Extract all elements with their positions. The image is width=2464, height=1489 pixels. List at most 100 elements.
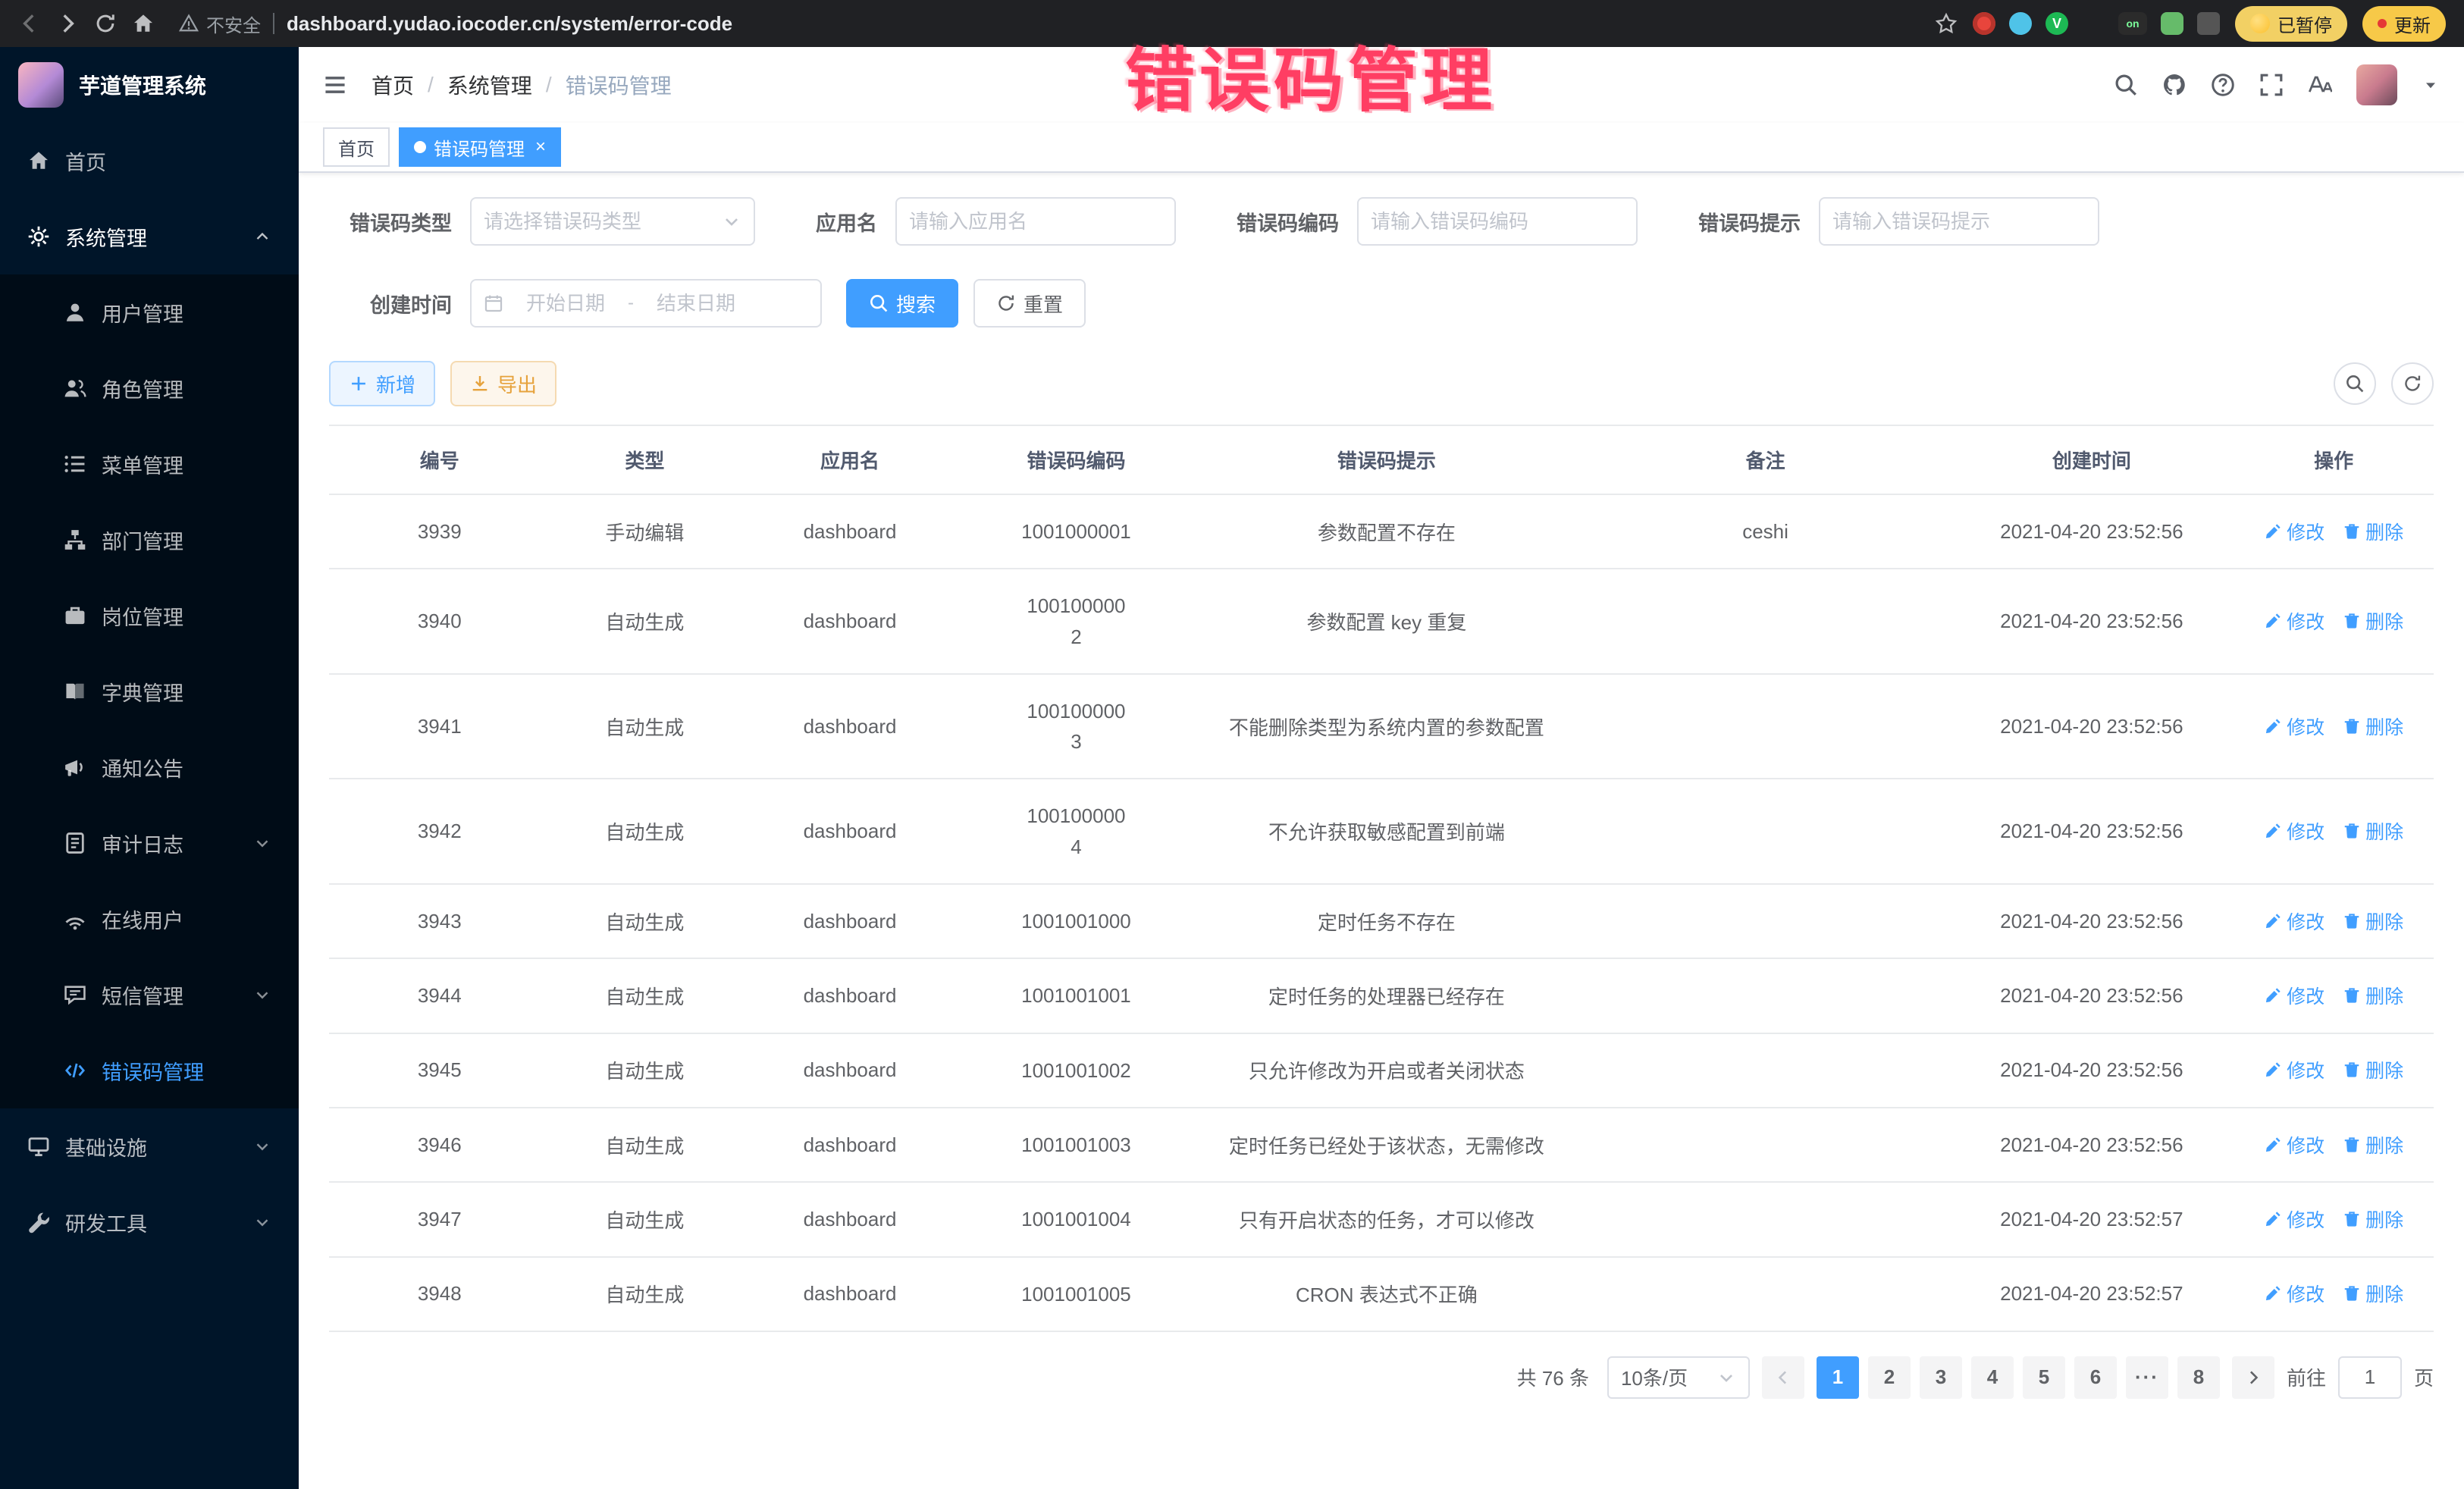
help-icon[interactable] — [2211, 73, 2235, 97]
sidebar-item-online-user[interactable]: 在线用户 — [0, 881, 299, 957]
sidebar-item-menu[interactable]: 菜单管理 — [0, 426, 299, 502]
page-button-2[interactable]: 2 — [1868, 1356, 1911, 1399]
app-logo[interactable]: 芋道管理系统 — [0, 47, 299, 123]
edit-link[interactable]: 修改 — [2264, 817, 2324, 845]
delete-link[interactable]: 删除 — [2343, 607, 2403, 635]
page-button-5[interactable]: 5 — [2023, 1356, 2065, 1399]
fullscreen-icon[interactable] — [2259, 73, 2284, 97]
error-msg-field[interactable] — [1819, 197, 2099, 246]
security-indicator[interactable]: 不安全 — [179, 11, 261, 37]
delete-link[interactable]: 删除 — [2343, 1056, 2403, 1083]
page-button-8[interactable]: 8 — [2177, 1356, 2220, 1399]
toggle-search-button[interactable] — [2334, 362, 2376, 405]
paused-badge[interactable]: 已暂停 — [2235, 6, 2347, 42]
extension-icon-switch[interactable]: on — [2118, 12, 2147, 35]
reset-button[interactable]: 重置 — [973, 279, 1086, 328]
error-type-select[interactable] — [470, 197, 755, 246]
export-button[interactable]: 导出 — [450, 361, 556, 406]
delete-link[interactable]: 删除 — [2343, 817, 2403, 845]
browser-home-icon[interactable] — [132, 12, 155, 35]
edit-link[interactable]: 修改 — [2264, 1056, 2324, 1083]
edit-link[interactable]: 修改 — [2264, 713, 2324, 740]
refresh-table-button[interactable] — [2391, 362, 2434, 405]
end-date-input[interactable] — [643, 292, 749, 315]
update-button[interactable]: 更新 — [2362, 6, 2446, 42]
edit-link[interactable]: 修改 — [2264, 908, 2324, 935]
next-page-button[interactable] — [2232, 1356, 2274, 1399]
sidebar-item-home[interactable]: 首页 — [0, 123, 299, 199]
app-name-input[interactable] — [909, 210, 1162, 234]
cell-type: 自动生成 — [550, 674, 739, 779]
sidebar-item-label: 菜单管理 — [102, 450, 183, 479]
error-code-input[interactable] — [1371, 210, 1624, 234]
delete-link[interactable]: 删除 — [2343, 1280, 2403, 1307]
delete-link[interactable]: 删除 — [2343, 982, 2403, 1009]
tab-error-code[interactable]: 错误码管理 × — [399, 127, 561, 167]
delete-link[interactable]: 删除 — [2343, 1131, 2403, 1158]
sidebar-item-notice[interactable]: 通知公告 — [0, 729, 299, 805]
sidebar-item-dev-tools[interactable]: 研发工具 — [0, 1184, 299, 1260]
edit-link[interactable]: 修改 — [2264, 607, 2324, 635]
add-button[interactable]: 新增 — [329, 361, 435, 406]
sidebar-item-role[interactable]: 角色管理 — [0, 350, 299, 426]
sidebar-item-error-code[interactable]: 错误码管理 — [0, 1033, 299, 1108]
extension-icon-drop[interactable] — [2009, 12, 2032, 35]
browser-back-icon[interactable] — [18, 12, 41, 35]
sidebar-item-system[interactable]: 系统管理 — [0, 199, 299, 274]
extension-icon-leaf[interactable] — [2161, 12, 2183, 35]
user-avatar[interactable] — [2356, 64, 2397, 105]
extension-icon-grid[interactable] — [2082, 12, 2105, 35]
sidebar-item-infra[interactable]: 基础设施 — [0, 1108, 299, 1184]
page-size-select[interactable]: 10条/页 — [1607, 1356, 1750, 1399]
cell-id: 3948 — [329, 1257, 550, 1331]
delete-link[interactable]: 删除 — [2343, 518, 2403, 545]
extension-icon-record[interactable] — [1973, 12, 1995, 35]
edit-link[interactable]: 修改 — [2264, 1280, 2324, 1307]
sidebar-toggle-icon[interactable] — [323, 73, 347, 97]
sidebar-item-post[interactable]: 岗位管理 — [0, 578, 299, 654]
browser-forward-icon[interactable] — [56, 12, 79, 35]
extensions-puzzle-icon[interactable] — [2197, 12, 2220, 35]
avatar-caret-icon[interactable] — [2422, 76, 2440, 94]
delete-link[interactable]: 删除 — [2343, 713, 2403, 740]
edit-link[interactable]: 修改 — [2264, 1131, 2324, 1158]
cell-id: 3945 — [329, 1033, 550, 1108]
delete-link[interactable]: 删除 — [2343, 1205, 2403, 1233]
date-range-picker[interactable]: - — [470, 279, 822, 328]
error-msg-input[interactable] — [1832, 210, 2086, 234]
edit-link[interactable]: 修改 — [2264, 982, 2324, 1009]
edit-link[interactable]: 修改 — [2264, 1205, 2324, 1233]
pages-ellipsis[interactable]: ··· — [2126, 1356, 2168, 1399]
error-code-field[interactable] — [1357, 197, 1638, 246]
page-button-4[interactable]: 4 — [1971, 1356, 2014, 1399]
error-type-input[interactable] — [484, 210, 713, 234]
search-button[interactable]: 搜索 — [846, 279, 958, 328]
browser-reload-icon[interactable] — [94, 12, 117, 35]
header-search-icon[interactable] — [2114, 73, 2138, 97]
page-button-6[interactable]: 6 — [2074, 1356, 2117, 1399]
font-size-icon[interactable] — [2308, 73, 2332, 97]
app-name-field[interactable] — [895, 197, 1176, 246]
breadcrumb-item-system[interactable]: 系统管理 — [447, 70, 532, 100]
sidebar-item-audit-log[interactable]: 审计日志 — [0, 805, 299, 881]
breadcrumb-item-home[interactable]: 首页 — [371, 70, 414, 100]
extension-icon-v[interactable]: V — [2045, 12, 2068, 35]
delete-link[interactable]: 删除 — [2343, 908, 2403, 935]
goto-label: 前往 — [2287, 1363, 2326, 1391]
sidebar-item-user[interactable]: 用户管理 — [0, 274, 299, 350]
cell-operations: 修改删除 — [2234, 1182, 2434, 1256]
edit-link[interactable]: 修改 — [2264, 518, 2324, 545]
page-button-3[interactable]: 3 — [1920, 1356, 1962, 1399]
address-bar[interactable]: 不安全 dashboard.yudao.iocoder.cn/system/er… — [170, 11, 1920, 37]
sidebar-item-dict[interactable]: 字典管理 — [0, 654, 299, 729]
tab-home[interactable]: 首页 — [323, 127, 390, 167]
github-icon[interactable] — [2162, 73, 2187, 97]
prev-page-button[interactable] — [1762, 1356, 1804, 1399]
sidebar-item-sms[interactable]: 短信管理 — [0, 957, 299, 1033]
goto-page-input[interactable] — [2338, 1356, 2402, 1399]
start-date-input[interactable] — [513, 292, 619, 315]
bookmark-star-icon[interactable] — [1935, 12, 1958, 35]
page-button-1[interactable]: 1 — [1817, 1356, 1859, 1399]
sidebar-item-dept[interactable]: 部门管理 — [0, 502, 299, 578]
close-icon[interactable]: × — [535, 138, 546, 156]
